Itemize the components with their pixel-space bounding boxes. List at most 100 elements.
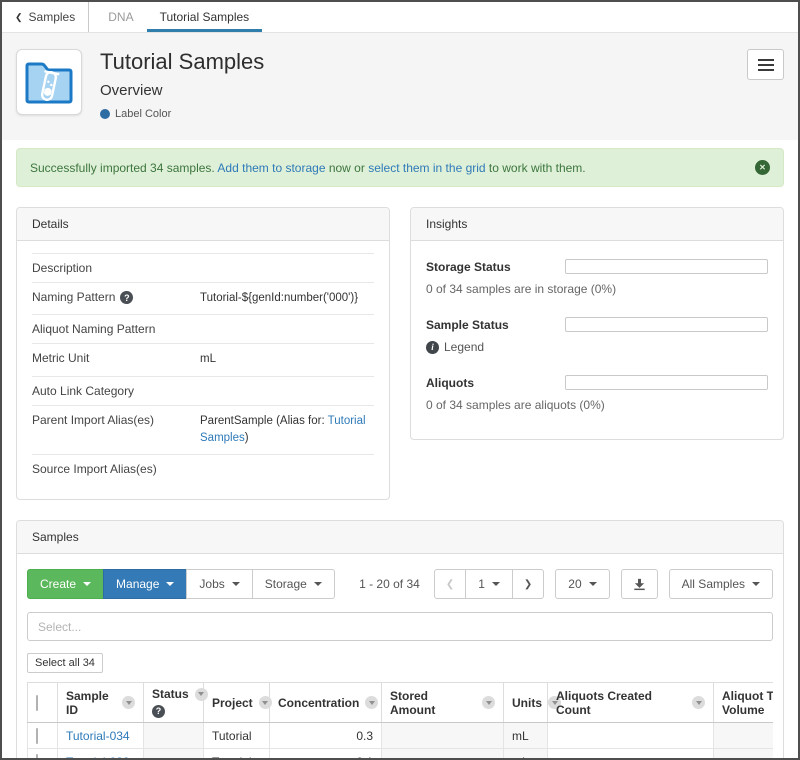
caret-down-icon: [232, 582, 240, 586]
select-all-checkbox[interactable]: [36, 695, 38, 711]
field-label: Description: [32, 261, 92, 275]
column-menu-icon[interactable]: [195, 688, 208, 701]
back-chevron-icon: ❮: [15, 12, 23, 23]
column-menu-icon[interactable]: [482, 696, 495, 709]
storage-status-label: Storage Status: [426, 260, 511, 274]
details-row-parent-import-alias: Parent Import Alias(es) ParentSample (Al…: [32, 405, 374, 455]
aliquots-progress-bar: [565, 375, 768, 390]
column-header-sample-id: Sample ID: [58, 683, 144, 723]
tab-dna[interactable]: DNA: [95, 2, 146, 32]
details-row-metric-unit: Metric Unit mL: [32, 343, 374, 375]
details-row-source-import-alias: Source Import Alias(es): [32, 454, 374, 483]
details-row-aliquot-naming-pattern: Aliquot Naming Pattern: [32, 314, 374, 343]
storage-status-progress-bar: [565, 259, 768, 274]
tab-tutorial-samples[interactable]: Tutorial Samples: [147, 2, 263, 32]
column-header-stored-amount: Stored Amount: [382, 683, 504, 723]
sample-type-icon-card: [16, 49, 82, 115]
select-in-grid-link[interactable]: select them in the grid: [368, 161, 485, 175]
samples-panel: Samples Create Manage Jobs Storage: [16, 520, 784, 760]
column-header-aliquot-total-volume: Aliquot Total Volume: [714, 683, 774, 723]
page-size-button[interactable]: 20: [555, 569, 609, 599]
download-icon: [633, 578, 646, 591]
table-row: Tutorial-033 Tutorial 0.1 mL: [28, 749, 774, 760]
column-menu-icon[interactable]: [692, 696, 705, 709]
page-select-button[interactable]: 1: [465, 569, 513, 599]
export-button[interactable]: [621, 569, 658, 599]
hamburger-icon: [758, 59, 774, 61]
info-icon[interactable]: i: [426, 341, 439, 354]
status-help-icon[interactable]: ?: [152, 705, 165, 718]
storage-button[interactable]: Storage: [252, 569, 335, 599]
add-to-storage-link[interactable]: Add them to storage: [217, 161, 325, 175]
storage-status-caption: 0 of 34 samples are in storage (0%): [426, 282, 768, 296]
column-menu-icon[interactable]: [122, 696, 135, 709]
samples-grid: Sample ID Status ? Project: [27, 682, 773, 760]
field-label: Naming Pattern: [32, 290, 115, 304]
column-header-status: Status ?: [144, 683, 204, 723]
column-header-concentration: Concentration: [270, 683, 382, 723]
details-panel-title: Details: [17, 208, 389, 241]
alert-text: to work with them.: [486, 161, 586, 175]
aliquots-label: Aliquots: [426, 376, 474, 390]
field-value: [200, 462, 374, 476]
row-checkbox[interactable]: [36, 728, 38, 744]
field-label: Auto Link Category: [32, 384, 134, 398]
alert-text: Successfully imported 34 samples.: [30, 161, 217, 175]
field-label: Parent Import Alias(es): [32, 413, 154, 427]
column-menu-icon[interactable]: [259, 696, 272, 709]
chevron-left-icon: ❮: [446, 579, 454, 590]
sample-status-label: Sample Status: [426, 318, 509, 332]
field-value: [200, 384, 374, 398]
create-button[interactable]: Create: [27, 569, 104, 599]
column-menu-icon[interactable]: [365, 696, 378, 709]
alert-message: Successfully imported 34 samples. Add th…: [30, 161, 586, 175]
page-menu-button[interactable]: [747, 49, 784, 80]
field-label: Aliquot Naming Pattern: [32, 322, 155, 336]
jobs-button[interactable]: Jobs: [186, 569, 252, 599]
column-header-aliquots-created-count: Aliquots Created Count: [548, 683, 714, 723]
legend-row: i Legend: [426, 340, 768, 354]
insights-panel: Insights Storage Status 0 of 34 samples …: [410, 207, 784, 440]
tab-back-samples[interactable]: ❮ Samples: [2, 2, 89, 32]
label-color-text: Label Color: [115, 108, 171, 120]
column-header-units: Units: [504, 683, 548, 723]
page-title: Tutorial Samples: [100, 49, 747, 75]
caret-down-icon: [166, 582, 174, 586]
tab-dna-label: DNA: [108, 10, 133, 24]
samples-panel-title: Samples: [17, 521, 783, 554]
sample-status-row: Sample Status: [426, 317, 768, 332]
page-subtitle: Overview: [100, 82, 747, 99]
field-label: Source Import Alias(es): [32, 462, 157, 476]
app-window: ❮ Samples DNA Tutorial Samples: [0, 0, 800, 760]
aliquots-caption: 0 of 34 samples are aliquots (0%): [426, 398, 768, 412]
prev-page-button[interactable]: ❮: [434, 569, 466, 599]
details-panel: Details Description Naming Pattern ? Tut…: [16, 207, 390, 500]
field-value: [200, 322, 374, 336]
legend-label[interactable]: Legend: [444, 340, 484, 354]
grid-filter-input[interactable]: [27, 612, 773, 641]
label-color-row: Label Color: [100, 108, 747, 120]
table-row: Tutorial-034 Tutorial 0.3 mL: [28, 723, 774, 749]
manage-button[interactable]: Manage: [103, 569, 187, 599]
row-checkbox[interactable]: [36, 754, 38, 760]
view-select-button[interactable]: All Samples: [669, 569, 773, 599]
details-row-auto-link-category: Auto Link Category: [32, 376, 374, 405]
next-page-button[interactable]: ❯: [512, 569, 544, 599]
label-color-dot-icon: [100, 109, 110, 119]
sample-id-link[interactable]: Tutorial-034: [66, 729, 130, 743]
caret-down-icon: [752, 582, 760, 586]
naming-pattern-help-icon[interactable]: ?: [120, 291, 133, 304]
field-label: Metric Unit: [32, 351, 89, 365]
alert-dismiss-icon[interactable]: ✕: [755, 160, 770, 175]
grid-header-row: Sample ID Status ? Project: [28, 683, 774, 723]
field-value: mL: [200, 351, 374, 368]
tab-tutorial-samples-label: Tutorial Samples: [160, 10, 250, 24]
caret-down-icon: [589, 582, 597, 586]
caret-down-icon: [83, 582, 91, 586]
details-row-naming-pattern: Naming Pattern ? Tutorial-${genId:number…: [32, 282, 374, 314]
select-all-button[interactable]: Select all 34: [27, 653, 103, 673]
caret-down-icon: [492, 582, 500, 586]
chevron-right-icon: ❯: [524, 579, 532, 590]
alert-text: now or: [326, 161, 369, 175]
sample-id-link[interactable]: Tutorial-033: [66, 755, 130, 760]
